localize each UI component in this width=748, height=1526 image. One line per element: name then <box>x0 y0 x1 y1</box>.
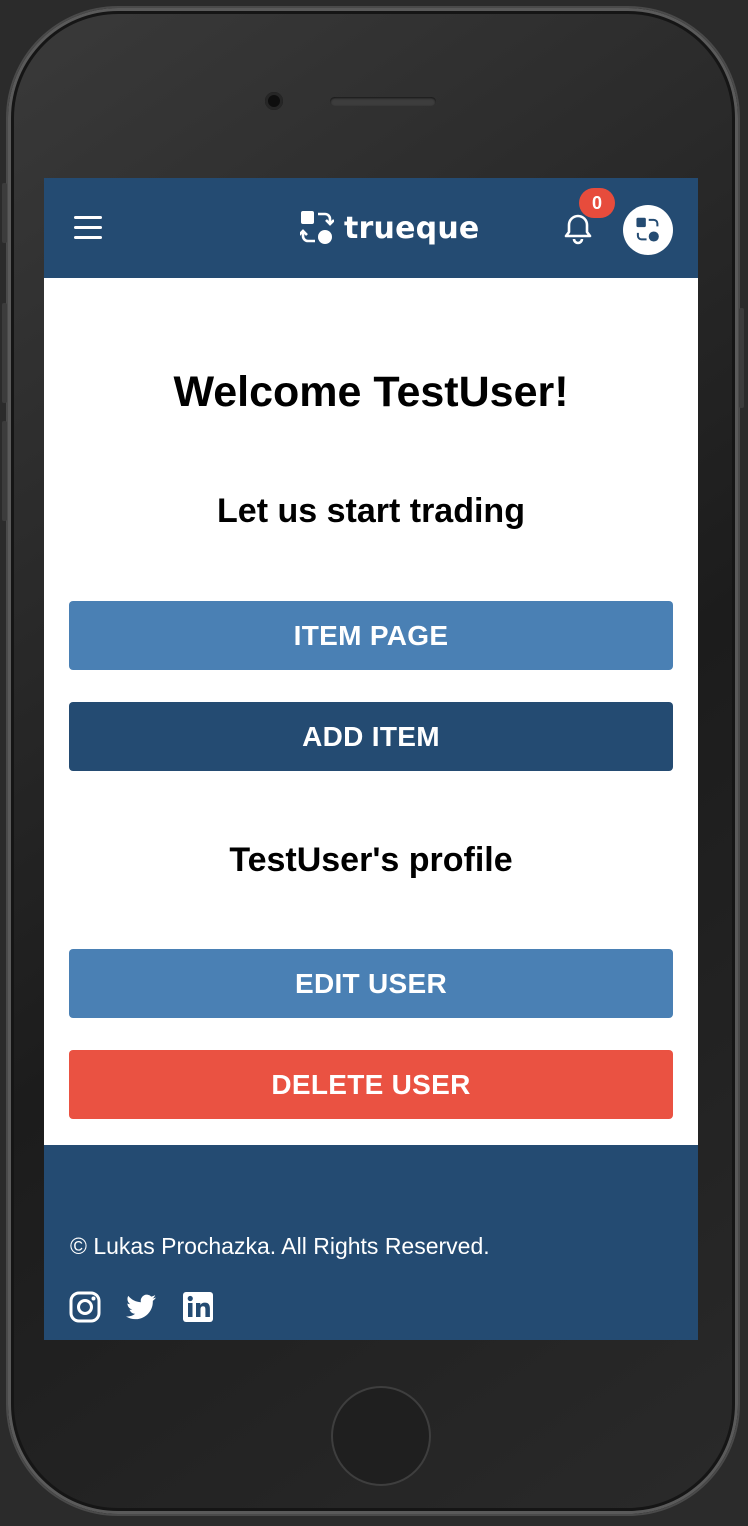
volume-down-button <box>2 421 7 521</box>
avatar[interactable] <box>623 205 673 255</box>
trading-heading: Let us start trading <box>217 492 525 530</box>
earpiece-speaker <box>330 97 436 106</box>
exchange-logo-icon <box>300 211 334 244</box>
notification-badge: 0 <box>579 188 615 218</box>
linkedin-icon[interactable] <box>181 1290 215 1324</box>
front-camera <box>265 92 283 110</box>
volume-up-button <box>2 303 7 403</box>
edit-user-button[interactable]: EDIT USER <box>69 949 673 1018</box>
twitter-icon[interactable] <box>124 1290 158 1324</box>
navbar: trueque 0 <box>44 178 698 278</box>
power-button <box>739 308 744 408</box>
silent-switch <box>2 183 7 243</box>
brand-logo[interactable]: trueque <box>300 208 479 248</box>
copyright-text: © Lukas Prochazka. All Rights Reserved. <box>70 1233 490 1259</box>
add-item-button[interactable]: ADD ITEM <box>69 702 673 771</box>
footer: © Lukas Prochazka. All Rights Reserved. <box>44 1145 698 1340</box>
brand-name: trueque <box>344 210 480 246</box>
welcome-heading: Welcome TestUser! <box>173 368 569 416</box>
profile-heading: TestUser's profile <box>229 841 513 879</box>
exchange-avatar-icon <box>636 217 659 242</box>
instagram-icon[interactable] <box>68 1290 102 1324</box>
app-screen: trueque 0 Welcome TestUser! Let us start… <box>44 178 698 1340</box>
delete-user-button[interactable]: DELETE USER <box>69 1050 673 1119</box>
item-page-button[interactable]: ITEM PAGE <box>69 601 673 670</box>
hamburger-menu-icon[interactable] <box>74 216 104 242</box>
home-button[interactable] <box>331 1386 431 1486</box>
